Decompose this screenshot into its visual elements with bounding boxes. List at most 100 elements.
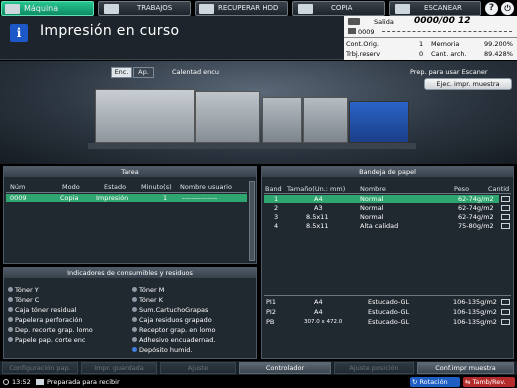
col-num: Núm bbox=[10, 183, 26, 191]
tab-scan[interactable]: ESCANEAR bbox=[389, 1, 481, 16]
consumable-label: Tóner Y bbox=[15, 286, 39, 294]
status-message: Preparada para recibir bbox=[47, 378, 120, 386]
table-row[interactable]: 0009 Copia Impresión 1 --------------- bbox=[6, 194, 247, 202]
consumable-item: Tóner C bbox=[8, 296, 39, 305]
adjust-button[interactable]: Ajuste bbox=[160, 362, 236, 374]
status-dot-icon bbox=[8, 297, 13, 302]
job-num: 0009 bbox=[10, 194, 27, 202]
consumable-item: Papelera perforación bbox=[8, 316, 82, 325]
held-print-button[interactable]: Impr. guardada bbox=[81, 362, 157, 374]
rotation-label: Rotación bbox=[419, 378, 448, 386]
tray-row[interactable]: PB 307.0 x 472.0 Estucado-GL 106-135g/m2 bbox=[264, 318, 499, 326]
status-dot-icon bbox=[8, 337, 13, 342]
tab-machine[interactable]: Máquina bbox=[1, 1, 94, 16]
output-label: Salida bbox=[374, 18, 394, 26]
heating-status: Calentad encu bbox=[172, 68, 219, 76]
tray-number: 3 bbox=[274, 213, 279, 221]
cont-orig-label: Cont.Orig. bbox=[346, 40, 380, 48]
tray-weight: 62-74g/m2 bbox=[458, 213, 494, 221]
counter-panel: Salida 0000/00 12 0009 Cont.Orig. 1 Memo… bbox=[344, 16, 517, 60]
finisher-unit bbox=[262, 97, 302, 143]
tray-paper-name: Estucado-GL bbox=[368, 308, 410, 316]
paper-level-icon bbox=[501, 223, 510, 229]
tab-scan-label: ESCANEAR bbox=[424, 4, 462, 12]
tray-row[interactable]: PI1 A4 Estucado-GL 106-135g/m2 bbox=[264, 298, 499, 306]
paper-tray-title: Bandeja de papel bbox=[262, 167, 513, 177]
tray-number: PI1 bbox=[266, 298, 276, 306]
consumable-item: Tóner M bbox=[132, 286, 164, 295]
job-number: 0009 bbox=[358, 28, 375, 36]
status-dot-icon bbox=[132, 337, 137, 342]
tab-recall-hdd[interactable]: RECUPERAR HDD bbox=[195, 1, 288, 16]
reserved-jobs-value: 0 bbox=[419, 50, 424, 58]
tray-row[interactable]: 1 A4 Normal 62-74g/m2 bbox=[264, 195, 499, 203]
tray-number: 1 bbox=[274, 195, 279, 203]
status-dot-icon bbox=[8, 317, 13, 322]
consumable-item: Tóner K bbox=[132, 296, 163, 305]
memory-value: 99.200% bbox=[484, 40, 513, 48]
tab-copy[interactable]: COPIA bbox=[292, 1, 385, 16]
status-bar: 13:52 Preparada para recibir ↻ Rotación ⇆… bbox=[0, 376, 517, 388]
tray-weight: 106-135g/m2 bbox=[453, 298, 497, 306]
tray-row[interactable]: PI2 A4 Estucado-GL 106-135g/m2 bbox=[264, 308, 499, 316]
jobs-icon bbox=[104, 4, 119, 14]
tray-size: 8.5x11 bbox=[306, 222, 329, 230]
paper-tray-panel: Bandeja de papel Band Tamaño(Un.: mm) No… bbox=[261, 166, 514, 359]
consumable-item: Papele pap. corte enc bbox=[8, 336, 86, 345]
col-size: Tamaño(Un.: mm) bbox=[287, 185, 346, 193]
tray-paper-name: Normal bbox=[360, 213, 384, 221]
consumable-label: Papelera perforación bbox=[15, 316, 83, 324]
tray-number: PB bbox=[266, 318, 275, 326]
tray-size: A3 bbox=[314, 204, 323, 212]
finisher-unit-2 bbox=[303, 97, 348, 143]
sample-print-config-button[interactable]: Conf.impr muestra bbox=[417, 362, 514, 374]
task-panel-title: Tarea bbox=[4, 167, 256, 177]
tray-row[interactable]: 4 8.5x11 Alta calidad 75-80g/m2 bbox=[264, 222, 499, 230]
tab-recall-label: RECUPERAR HDD bbox=[218, 4, 279, 12]
page-title: Impresión en curso bbox=[40, 23, 180, 39]
tab-machine-label: Máquina bbox=[24, 4, 59, 13]
stacker-unit bbox=[349, 101, 409, 143]
tray-row[interactable]: 3 8.5x11 Normal 62-74g/m2 bbox=[264, 213, 499, 221]
tab-copy-label: COPIA bbox=[331, 4, 353, 12]
status-dot-icon bbox=[132, 287, 137, 292]
tray-size: A4 bbox=[314, 298, 323, 306]
col-user: Nombre usuario bbox=[180, 183, 232, 191]
power-icon[interactable]: ⏻ bbox=[501, 2, 514, 15]
consumable-item: Receptor grap. en lomo bbox=[132, 326, 216, 335]
tray-paper-name: Alta calidad bbox=[360, 222, 399, 230]
consumable-item: Caja tóner residual bbox=[8, 306, 77, 315]
tray-number: PI2 bbox=[266, 308, 276, 316]
consumable-item: Caja residuos grapado bbox=[132, 316, 212, 325]
col-tray: Band bbox=[265, 185, 282, 193]
tray-size: A4 bbox=[314, 308, 323, 316]
tray-weight: 62-74g/m2 bbox=[458, 195, 494, 203]
paper-level-icon bbox=[501, 299, 510, 305]
consumable-item: Dep. recorte grap. lomo bbox=[8, 326, 93, 335]
controller-button[interactable]: Controlador bbox=[239, 362, 331, 374]
tray-number: 4 bbox=[274, 222, 279, 230]
divider bbox=[6, 192, 247, 193]
help-icon[interactable]: ? bbox=[485, 2, 498, 15]
tray-row[interactable]: 2 A3 Normal 62-74g/m2 bbox=[264, 204, 499, 212]
consumables-panel: Indicadores de consumibles y residuos Tó… bbox=[3, 267, 257, 359]
power-on-toggle[interactable]: Enc. bbox=[111, 67, 132, 78]
tray-weight: 106-135g/m2 bbox=[453, 308, 497, 316]
consumable-label: Tóner M bbox=[139, 286, 165, 294]
power-off-toggle[interactable]: Ap. bbox=[133, 67, 154, 78]
tray-paper-name: Normal bbox=[360, 195, 384, 203]
tab-jobs[interactable]: TRABAJOS bbox=[98, 1, 191, 16]
paper-level-icon bbox=[501, 309, 510, 315]
tray-weight: 75-80g/m2 bbox=[458, 222, 494, 230]
position-adjust-button[interactable]: Ajuste posición bbox=[334, 362, 414, 374]
memory-label: Memoria bbox=[431, 40, 460, 48]
col-quantity: Cantid bbox=[488, 185, 510, 193]
consumable-label: Dep. recorte grap. lomo bbox=[15, 326, 93, 334]
task-scrollbar[interactable] bbox=[249, 181, 255, 261]
info-icon: i bbox=[10, 24, 28, 42]
sample-print-button[interactable]: Ejec. impr. muestra bbox=[424, 78, 512, 90]
tray-size: 307.0 x 472.0 bbox=[304, 319, 343, 325]
consumables-title: Indicadores de consumibles y residuos bbox=[4, 268, 256, 278]
consumable-label: Caja residuos grapado bbox=[139, 316, 212, 324]
paper-config-button[interactable]: Configuración pap. bbox=[2, 362, 78, 374]
